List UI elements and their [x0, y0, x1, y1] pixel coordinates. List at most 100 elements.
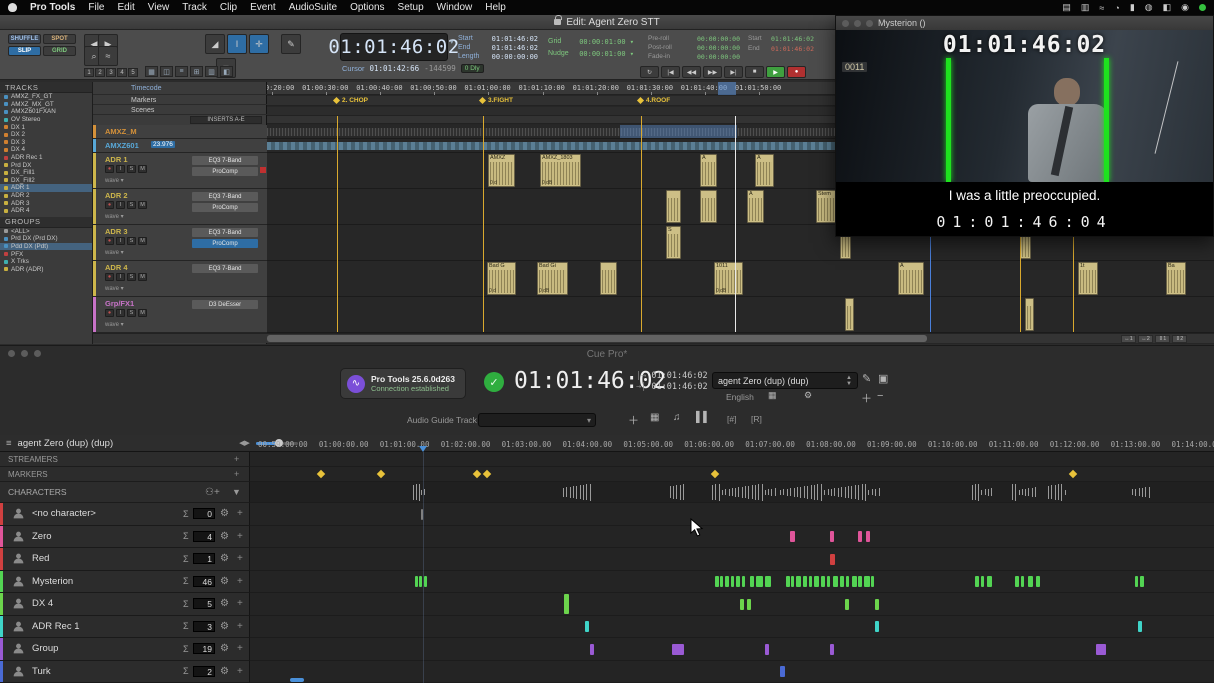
character-lane--no-character-[interactable] — [250, 503, 1214, 526]
cue-clip[interactable] — [590, 644, 594, 655]
pre-roll-field[interactable]: Pre-roll00:00:00:00 — [648, 35, 740, 43]
menu-item-window[interactable]: Window — [437, 2, 473, 13]
transport-rew-button[interactable]: ◀◀ — [682, 66, 701, 78]
add-line-button[interactable]: + — [237, 531, 243, 542]
toolbar-toggle-icon[interactable]: ⊞ — [190, 66, 203, 77]
cue-marker-diamond[interactable] — [473, 470, 481, 478]
zoom-preset-3[interactable]: 3 — [106, 68, 116, 77]
cue-clip[interactable] — [731, 576, 734, 587]
menu-item-edit[interactable]: Edit — [118, 2, 135, 13]
cue-clip[interactable] — [871, 576, 874, 587]
sidebar-item-adr-2[interactable]: ADR 2 — [0, 192, 92, 200]
add-take-icon[interactable]: ＋ — [861, 390, 872, 406]
toolbar-toggle-icon[interactable]: ▥ — [205, 66, 218, 77]
add-line-button[interactable]: + — [237, 621, 243, 632]
add-icon[interactable]: ＋ — [628, 412, 639, 428]
sidebar-item-adr-rec-1[interactable]: ADR Rec 1 — [0, 154, 92, 162]
cue-clip[interactable] — [866, 531, 870, 542]
control-center-icon[interactable]: ◧ — [1163, 2, 1172, 13]
nudge-field[interactable]: Nudge00:00:01:00 ▾ — [548, 50, 634, 58]
cue-clip[interactable] — [424, 576, 427, 587]
insert-chip-procomp[interactable]: ProComp — [192, 239, 258, 248]
wifi-icon[interactable]: ◔ — [1114, 3, 1119, 13]
audio-clip-a[interactable]: A — [898, 262, 924, 295]
character-lane-turk[interactable] — [250, 661, 1214, 683]
audio-clip[interactable] — [700, 190, 717, 223]
audio-clip-1t[interactable]: 1t — [1078, 262, 1098, 295]
cue-clip[interactable] — [846, 576, 849, 587]
character-settings-gear-icon[interactable]: ⚙ — [220, 531, 229, 542]
sidebar-item-adr-3[interactable]: ADR 3 — [0, 199, 92, 207]
mode-grid[interactable]: GRID — [43, 46, 76, 56]
transport-record-button[interactable]: ● — [787, 66, 806, 78]
track-name[interactable]: ADR 1 — [105, 155, 128, 164]
cue-clip[interactable] — [725, 576, 729, 587]
group-item-prd-dx-prd-dx-[interactable]: Prd DX (Prd DX) — [0, 235, 92, 243]
character-row-dx-4[interactable]: DX 4Σ5⚙+ — [0, 593, 250, 616]
track-name[interactable]: Grp/FX1 — [105, 299, 134, 308]
track-controls-amxz601[interactable]: AMXZ60123.976 — [93, 139, 267, 153]
close-icon[interactable] — [842, 20, 849, 27]
cue-clip[interactable] — [796, 576, 801, 587]
insert-chip-d3-deesser[interactable]: D3 DeEsser — [192, 300, 258, 309]
add-line-button[interactable]: + — [237, 598, 243, 609]
toolbar-toggle-icon[interactable]: ▦ — [145, 66, 158, 77]
cue-clip[interactable] — [1096, 644, 1106, 655]
transport-stop-button[interactable]: ■ — [745, 66, 764, 78]
character-row--no-character-[interactable]: <no character>Σ0⚙+ — [0, 503, 250, 526]
record-enable-button[interactable]: ● — [105, 201, 114, 209]
cue-marker-diamond[interactable] — [317, 470, 325, 478]
timebase-markers[interactable]: Markers — [93, 96, 267, 105]
cue-clip[interactable] — [803, 576, 807, 587]
transport-play-button[interactable]: ▶ — [766, 66, 785, 78]
cue-clip[interactable] — [720, 576, 723, 587]
lane-adr-4[interactable]: Bad G0 dBad Gi0 dB10110 dBA1tBa — [267, 261, 1214, 297]
cue-clip[interactable] — [790, 531, 795, 542]
stage-manager-icon[interactable]: ▤ — [1062, 2, 1071, 13]
track-controls-amxz-m[interactable]: AMXZ_M — [93, 125, 267, 139]
sidebar-item-dx-4[interactable]: DX 4 — [0, 146, 92, 154]
zoom-preset-2[interactable]: 2 — [95, 68, 105, 77]
track-name[interactable]: ADR 4 — [105, 263, 128, 272]
delay-chip[interactable]: 0 Dly — [461, 64, 484, 73]
toolbar-toggle-icon[interactable]: ◧ — [220, 66, 233, 77]
character-lane-adr-rec-1[interactable] — [250, 616, 1214, 639]
input-monitor-button[interactable]: Ι — [116, 273, 125, 281]
add-line-button[interactable]: + — [237, 553, 243, 564]
fade-in-field[interactable]: Fade-in00:00:00:00 — [648, 53, 740, 61]
character-row-turk[interactable]: TurkΣ2⚙+ — [0, 661, 250, 683]
sidebar-item-amxz-fx-gt[interactable]: AMXZ_FX_GT — [0, 93, 92, 101]
menu-item-clip[interactable]: Clip — [220, 2, 237, 13]
meter-icon[interactable]: ♫ — [673, 412, 681, 423]
track-controls-adr-4[interactable]: ADR 4●ΙSMwave ▾EQ3 7-Band — [93, 261, 267, 297]
menu-item-event[interactable]: Event — [250, 2, 276, 13]
track-view-selector[interactable]: wave ▾ — [105, 249, 124, 256]
record-enable-button[interactable]: ● — [105, 237, 114, 245]
value[interactable]: 01:01:46:02 — [771, 45, 814, 53]
solo-button[interactable]: S — [127, 273, 136, 281]
track-view-selector[interactable]: wave ▾ — [105, 213, 124, 220]
character-lane-mysterion[interactable] — [250, 571, 1214, 594]
insert-chip-procomp[interactable]: ProComp — [192, 203, 258, 212]
input-monitor-button[interactable]: Ι — [116, 237, 125, 245]
cue-clip[interactable] — [830, 531, 834, 542]
sidebar-item-dx-3[interactable]: DX 3 — [0, 139, 92, 147]
cue-clip[interactable] — [1135, 576, 1138, 587]
cue-clip[interactable] — [875, 599, 879, 610]
cue-clip[interactable] — [840, 576, 844, 587]
track-controls-adr-3[interactable]: ADR 3●ΙSMwave ▾EQ3 7-BandProComp — [93, 225, 267, 261]
menu-item-track[interactable]: Track — [182, 2, 207, 13]
track-controls-adr-2[interactable]: ADR 2●ΙSMwave ▾EQ3 7-BandProComp — [93, 189, 267, 225]
add-line-button[interactable]: + — [237, 643, 243, 654]
cue-clip[interactable] — [742, 576, 745, 587]
cue-clip[interactable] — [821, 576, 825, 587]
transport-end-button[interactable]: ▶| — [724, 66, 743, 78]
cue-marker-diamond[interactable] — [377, 470, 385, 478]
app-menu[interactable]: Pro Tools — [30, 2, 75, 13]
mute-button[interactable]: M — [138, 201, 147, 209]
character-settings-gear-icon[interactable]: ⚙ — [220, 666, 229, 677]
character-settings-gear-icon[interactable]: ⚙ — [220, 598, 229, 609]
mute-button[interactable]: M — [138, 165, 147, 173]
menu-item-setup[interactable]: Setup — [398, 2, 424, 13]
selector-tool[interactable]: Ι — [227, 34, 247, 54]
